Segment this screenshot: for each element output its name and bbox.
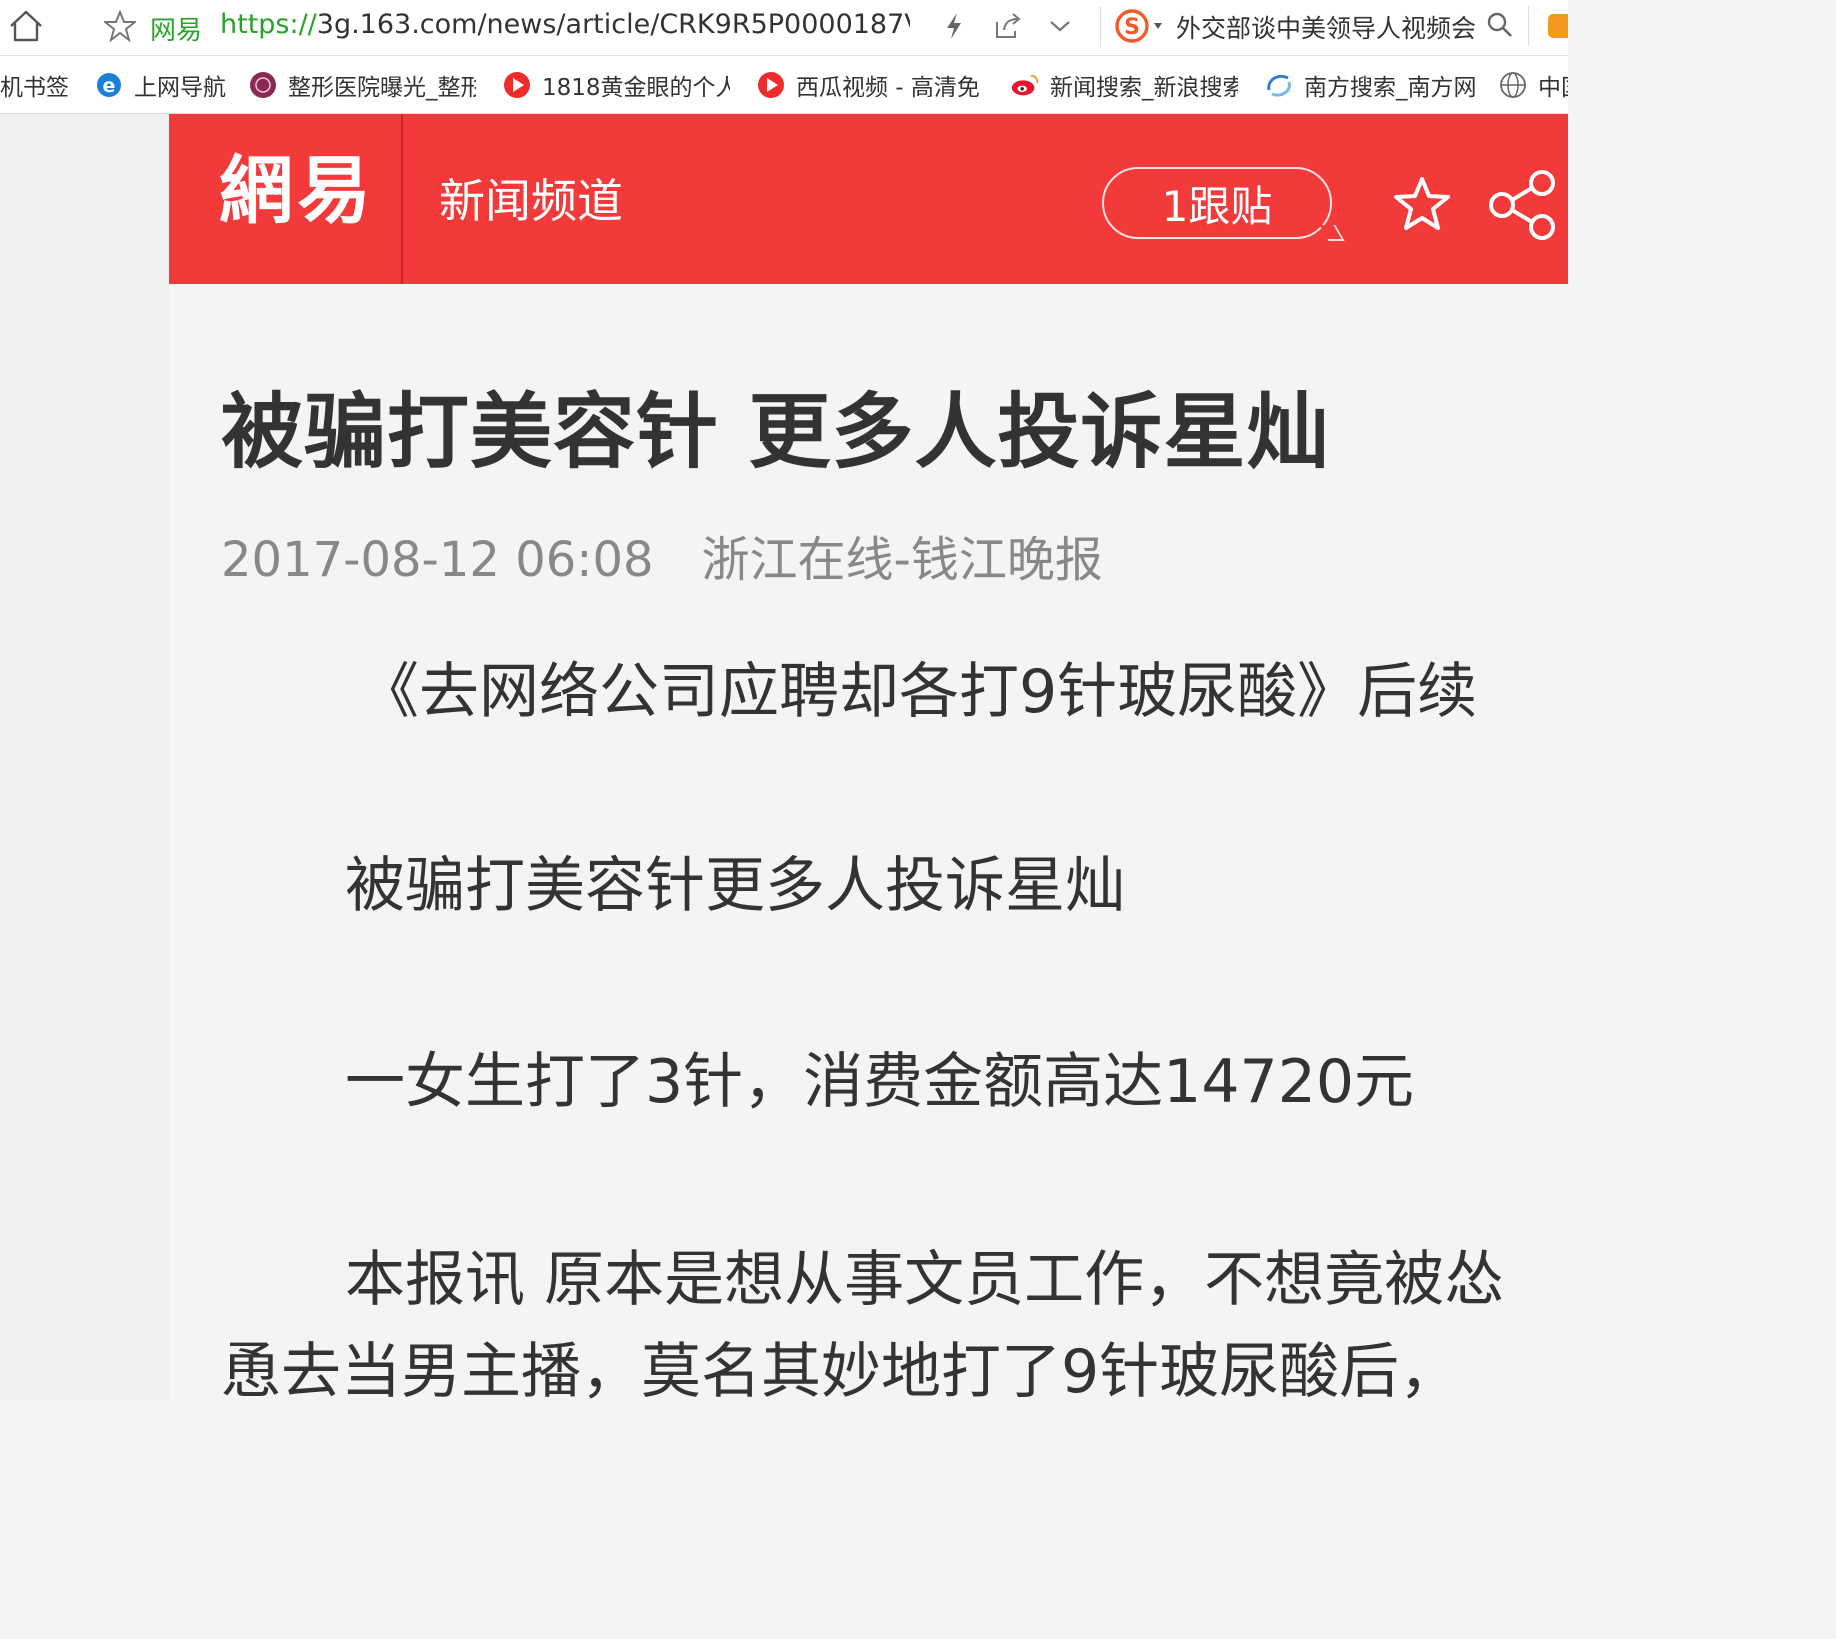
comments-button[interactable]: 1跟贴 — [1102, 167, 1345, 241]
bookmark-item-mobile[interactable]: 机书签 — [0, 56, 72, 113]
header-divider — [401, 114, 403, 284]
clinic-logo-icon — [248, 70, 278, 100]
url-path: 3g.163.com/news/article/CRK9R5P0000187VI… — [316, 9, 910, 40]
article-paragraph: 本报讯 原本是想从事文员工作，不想竟被怂恿去当男主播，莫名其妙地打了9针玻尿酸后… — [221, 1245, 1505, 1400]
ie-icon: e — [94, 70, 124, 100]
bookmark-item-nav[interactable]: e 上网导航 — [94, 56, 226, 113]
extension-icon[interactable] — [1540, 10, 1568, 42]
bookmark-label: 中国 — [1538, 75, 1568, 101]
globe-icon — [1498, 70, 1528, 100]
channel-link[interactable]: 新闻频道 — [439, 178, 623, 224]
favorite-star-icon[interactable] — [102, 8, 138, 44]
bookmark-item-clinic[interactable]: 整形医院曝光_整形 — [248, 56, 476, 113]
address-bar: 网易 https://3g.163.com/news/article/CRK9R… — [0, 0, 1568, 56]
video-play-icon — [756, 70, 786, 100]
article-meta: 2017-08-12 06:08 浙江在线-钱江晚报 — [221, 520, 1103, 590]
search-icon[interactable] — [1484, 8, 1516, 42]
southcn-icon — [1264, 70, 1294, 100]
article-date: 2017-08-12 06:08 — [221, 532, 654, 588]
video-play-icon — [502, 70, 532, 100]
bookmark-label: 机书签 — [0, 75, 69, 101]
article-source[interactable]: 浙江在线-钱江晚报 — [702, 532, 1103, 588]
url-field[interactable]: https://3g.163.com/news/article/CRK9R5P0… — [220, 9, 910, 40]
search-input[interactable]: 外交部谈中美领导人视频会 — [1176, 9, 1476, 45]
url-scheme: https:// — [220, 9, 317, 40]
article-paragraph: 被骗打美容针更多人投诉星灿 — [345, 851, 1125, 921]
page-gutter — [0, 114, 169, 1400]
article-title: 被骗打美容针 更多人投诉星灿 — [221, 385, 1330, 480]
bookmark-label: 整形医院曝光_整形 — [288, 75, 476, 101]
bookmark-label: 1818黄金眼的个人 — [542, 75, 730, 101]
speech-bubble-tail — [1319, 225, 1345, 241]
bookmark-item-xigua[interactable]: 西瓜视频 - 高清免 — [756, 56, 984, 113]
bookmark-label: 新闻搜索_新浪搜索 — [1050, 75, 1238, 101]
sogou-search-engine-icon[interactable]: S — [1112, 6, 1168, 46]
bookmark-label: 西瓜视频 - 高清免 — [796, 75, 980, 101]
netease-logo[interactable]: 網易 — [219, 154, 375, 228]
weibo-icon — [1010, 70, 1040, 100]
home-icon[interactable] — [6, 6, 46, 46]
bookmark-item-china[interactable]: 中国 — [1498, 56, 1568, 113]
comments-count-label: 1跟贴 — [1161, 181, 1273, 231]
share-page-icon[interactable] — [990, 10, 1026, 42]
chevron-down-icon[interactable] — [1044, 10, 1076, 42]
article-paragraph: 一女生打了3针，消费金额高达14720元 — [345, 1047, 1415, 1117]
svg-text:e: e — [103, 75, 116, 97]
site-header: 網易 新闻频道 1跟贴 — [169, 114, 1568, 284]
favorite-star-icon[interactable] — [1391, 174, 1453, 234]
bookmark-label: 南方搜索_南方网 — [1304, 75, 1477, 101]
site-name: 网易 — [150, 16, 203, 46]
bookmark-item-sina-search[interactable]: 新闻搜索_新浪搜索 — [1010, 56, 1238, 113]
divider — [1100, 6, 1101, 46]
bookmark-item-1818[interactable]: 1818黄金眼的个人 — [502, 56, 730, 113]
svg-text:S: S — [1124, 15, 1140, 40]
share-icon[interactable] — [1487, 166, 1559, 244]
bookmark-item-southcn[interactable]: 南方搜索_南方网 — [1264, 56, 1477, 113]
lightning-icon[interactable] — [938, 10, 970, 42]
divider — [1528, 6, 1529, 46]
bookmarks-bar: 机书签 e 上网导航 整形医院曝光_整形 1818黄金眼的个人 西瓜视频 - 高… — [0, 56, 1568, 114]
article: 被骗打美容针 更多人投诉星灿 2017-08-12 06:08 浙江在线-钱江晚报… — [169, 284, 1568, 1400]
article-paragraph: 《去网络公司应聘却各打9针玻尿酸》后续 — [359, 657, 1478, 727]
bookmark-label: 上网导航 — [134, 75, 226, 101]
